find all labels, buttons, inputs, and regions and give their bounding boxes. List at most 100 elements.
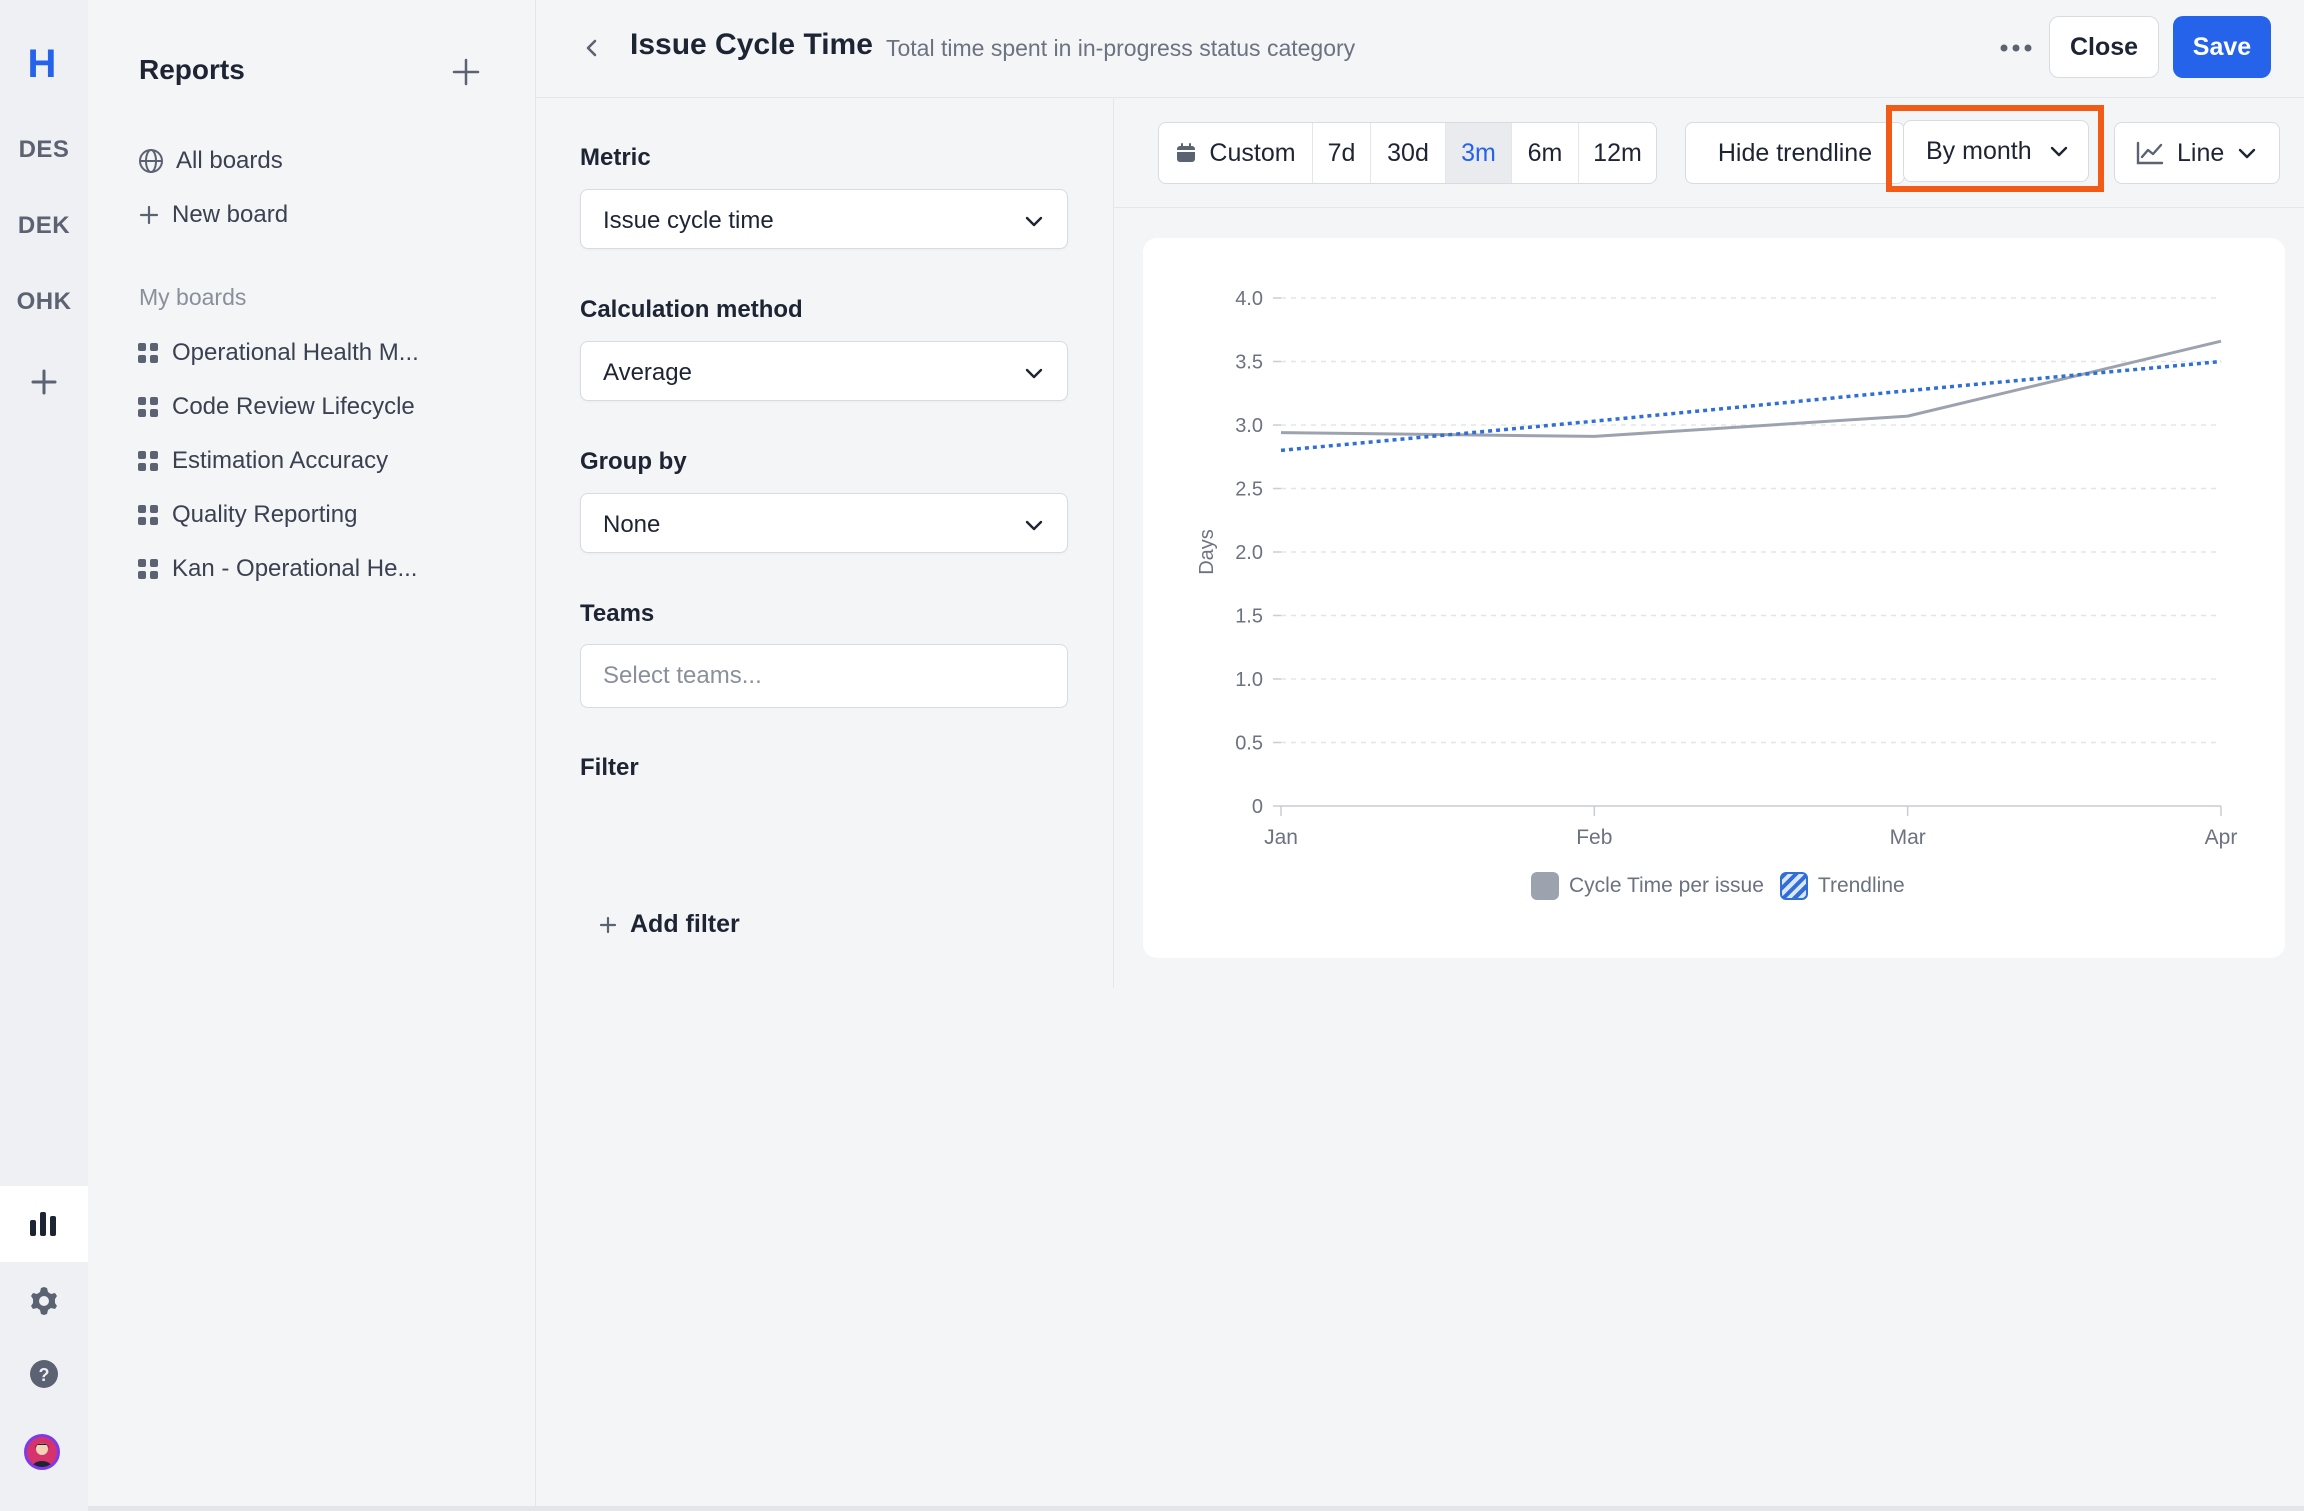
x-tick-label: Mar [1890, 826, 1926, 849]
y-tick-label: 2.0 [1235, 542, 1263, 564]
range-7d[interactable]: 7d [1313, 123, 1371, 183]
sidebar-item-all-boards[interactable]: All boards [138, 141, 283, 181]
board-label: Estimation Accuracy [172, 447, 389, 474]
range-custom[interactable]: Custom [1159, 123, 1313, 183]
board-grid-icon [138, 505, 158, 525]
calc-method-value: Average [603, 359, 692, 386]
sidebar-item-board[interactable]: Kan - Operational He... [138, 549, 417, 589]
chart-card: 0 0.5 1.0 1.5 2.0 2.5 3.0 3.5 4.0 Jan Feb Mar Apr Day… [1143, 238, 2285, 958]
y-tick-label: 2.5 [1235, 479, 1263, 501]
board-label: Operational Health M... [172, 339, 419, 366]
sidebar-item-label: All boards [176, 147, 283, 174]
x-tick-label: Feb [1576, 826, 1612, 849]
legend-label-cycle-time[interactable]: Cycle Time per issue [1569, 874, 1764, 898]
board-label: Quality Reporting [172, 501, 358, 528]
range-label: Custom [1209, 138, 1296, 167]
close-button[interactable]: Close [2049, 16, 2159, 78]
range-30d[interactable]: 30d [1371, 123, 1446, 183]
sidebar-item-board[interactable]: Estimation Accuracy [138, 441, 388, 481]
report-header: Issue Cycle Time Total time spent in in-… [536, 0, 2304, 98]
group-by-label: Group by [580, 448, 687, 475]
plus-icon [139, 205, 159, 225]
x-tick-label: Jan [1264, 826, 1298, 849]
sidebar-item-new-board[interactable]: New board [138, 195, 288, 235]
gear-icon[interactable] [24, 1281, 64, 1321]
range-12m[interactable]: 12m [1579, 123, 1656, 183]
help-icon[interactable]: ? [24, 1354, 64, 1394]
my-boards-heading: My boards [139, 284, 247, 310]
sidebar-item-board[interactable]: Operational Health M... [138, 333, 419, 373]
app-logo[interactable]: H [22, 44, 62, 84]
page-subtitle: Total time spent in in-progress status c… [886, 35, 1356, 61]
y-axis-label: Days [1196, 529, 1218, 575]
chart-legend: Cycle Time per issue Trendline [1531, 872, 1905, 900]
svg-text:?: ? [39, 1365, 50, 1385]
metric-select[interactable]: Issue cycle time [580, 189, 1068, 249]
project-des[interactable]: DES [0, 136, 88, 164]
project-ohk[interactable]: OHK [0, 288, 88, 316]
range-6m[interactable]: 6m [1512, 123, 1579, 183]
more-options-icon[interactable] [1994, 30, 2038, 66]
y-tick-label: 1.5 [1235, 606, 1263, 628]
group-by-select[interactable]: None [580, 493, 1068, 553]
board-grid-icon [138, 451, 158, 471]
y-tick-label: 0.5 [1235, 733, 1263, 755]
chevron-down-icon [2239, 148, 2256, 159]
board-grid-icon [138, 343, 158, 363]
legend-label-trendline[interactable]: Trendline [1818, 874, 1905, 898]
highlight-box [1886, 105, 2104, 192]
page-title: Issue Cycle Time [630, 28, 873, 61]
range-3m[interactable]: 3m [1446, 123, 1512, 183]
series-line-cycle-time [1280, 339, 2222, 438]
board-grid-icon [138, 559, 158, 579]
series-line-trendline [1280, 359, 2222, 453]
chart-toolbar: Custom 7d 30d 3m 6m 12m Hide trendline B… [1114, 98, 2304, 208]
teams-label: Teams [580, 600, 655, 627]
chart-type-value: Line [2177, 138, 2225, 167]
line-chart: 0 0.5 1.0 1.5 2.0 2.5 3.0 3.5 4.0 Jan Feb Mar Apr Day… [1196, 288, 2238, 849]
y-tick-label: 3.5 [1235, 352, 1263, 374]
group-by-value: None [603, 511, 661, 538]
add-report-icon[interactable] [450, 56, 482, 88]
metric-label: Metric [580, 144, 651, 171]
y-tick-label: 1.0 [1235, 669, 1263, 691]
date-range-segmented: Custom 7d 30d 3m 6m 12m [1158, 122, 1657, 184]
add-filter-label: Add filter [630, 910, 740, 938]
sidebar-item-board[interactable]: Code Review Lifecycle [138, 387, 415, 427]
board-grid-icon [138, 397, 158, 417]
line-chart-icon [2136, 141, 2164, 165]
bottom-divider [88, 1506, 2304, 1511]
report-config-panel: Metric Issue cycle time Calculation meth… [536, 98, 1114, 988]
metric-value: Issue cycle time [603, 207, 774, 234]
chevron-left-icon[interactable] [576, 32, 608, 64]
save-button[interactable]: Save [2173, 16, 2271, 78]
x-tick-label: Apr [2205, 826, 2238, 849]
add-project-icon[interactable] [24, 362, 64, 402]
calc-method-label: Calculation method [580, 296, 803, 323]
globe-icon [139, 149, 163, 173]
y-tick-label: 4.0 [1235, 288, 1263, 310]
legend-swatch-trendline [1779, 872, 1808, 900]
chevron-down-icon [1025, 216, 1043, 227]
hide-trendline-button[interactable]: Hide trendline [1685, 122, 1905, 184]
board-label: Kan - Operational He... [172, 555, 418, 582]
app-rail: H DES DEK OHK ? [0, 0, 88, 1511]
plus-icon [599, 916, 617, 933]
calc-method-select[interactable]: Average [580, 341, 1068, 401]
reports-sidebar: Reports All boards New board My boards O… [88, 0, 536, 1511]
avatar[interactable] [24, 1434, 60, 1470]
chevron-down-icon [1025, 520, 1043, 531]
calendar-icon [1177, 143, 1196, 162]
sidebar-title: Reports [139, 54, 245, 85]
project-dek[interactable]: DEK [0, 212, 88, 240]
y-tick-label: 0 [1252, 796, 1263, 818]
add-filter-button[interactable]: Add filter [598, 910, 740, 939]
filter-label: Filter [580, 754, 639, 781]
reports-tab[interactable] [0, 1186, 88, 1262]
sidebar-item-board[interactable]: Quality Reporting [138, 495, 357, 535]
teams-input[interactable] [580, 644, 1068, 708]
legend-swatch-cycle-time [1531, 872, 1559, 900]
sidebar-item-label: New board [172, 201, 289, 228]
bar-chart-icon [30, 1212, 56, 1236]
chart-type-dropdown[interactable]: Line [2114, 122, 2280, 184]
